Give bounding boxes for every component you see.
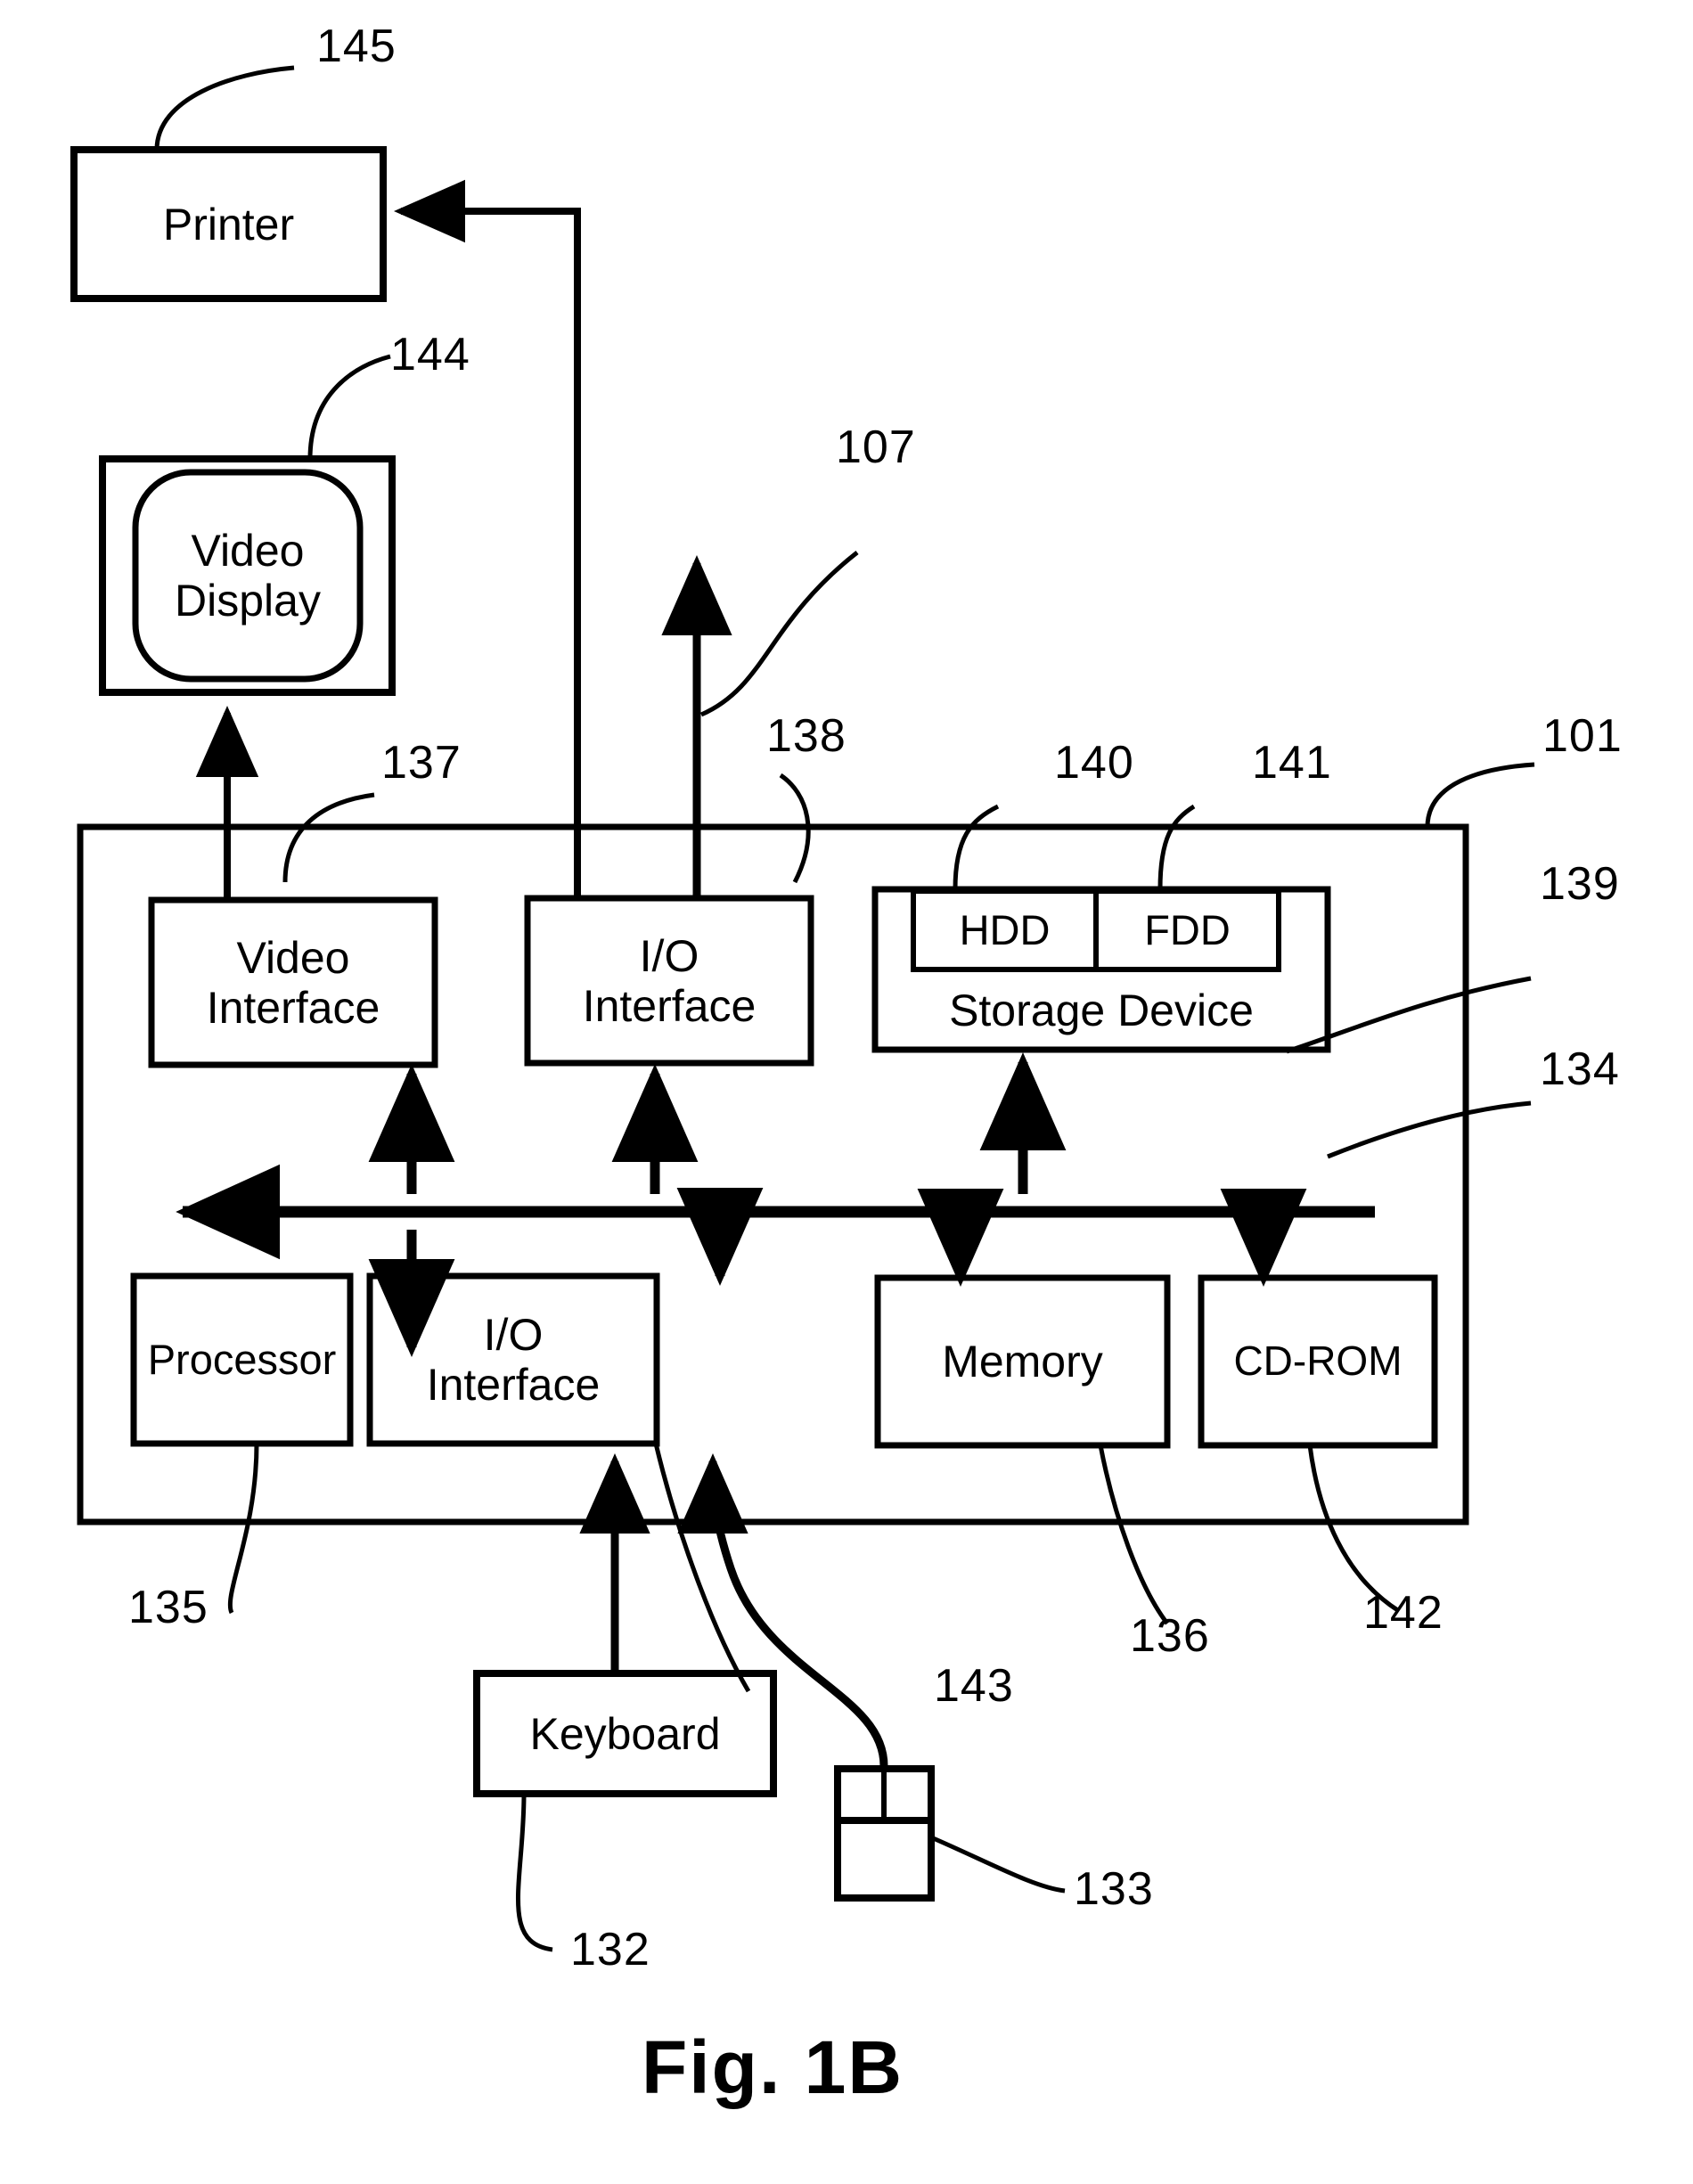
processor-label: Processor (147, 1335, 337, 1383)
ref-numeral-138: 138 (766, 710, 846, 762)
printer-connector (394, 179, 581, 898)
ref-numeral-134: 134 (1540, 1043, 1620, 1095)
hdd-label: HDD (959, 905, 1051, 953)
ref-numeral-140: 140 (1054, 737, 1134, 789)
cdrom-label: CD-ROM (1233, 1337, 1403, 1385)
fdd-label: FDD (1144, 905, 1231, 953)
ref-numeral-142: 142 (1363, 1587, 1444, 1639)
ref-numeral-137: 137 (381, 737, 462, 789)
ref-numeral-132: 132 (570, 1924, 650, 1975)
ref-numeral-144: 144 (390, 329, 470, 380)
leader-137 (282, 792, 375, 883)
ref-numeral-141: 141 (1252, 737, 1332, 789)
storage-device-label: Storage Device (949, 986, 1254, 1035)
leader-140 (953, 804, 1000, 890)
leader-135 (227, 1443, 259, 1615)
keyboard-label: Keyboard (529, 1708, 721, 1759)
figure-caption: Fig. 1B (642, 2025, 904, 2109)
video-display-label: Video Display (175, 526, 321, 626)
ref-numeral-139: 139 (1540, 858, 1620, 910)
leader-101 (1425, 762, 1535, 828)
leader-132 (516, 1793, 553, 1952)
figure-canvas: Printer Video Display Video Interface I/… (0, 0, 1693, 2184)
leader-145 (154, 65, 295, 151)
video-interface-label: Video Interface (206, 932, 380, 1033)
leader-136 (1098, 1444, 1169, 1625)
ref-numeral-101: 101 (1542, 710, 1623, 762)
io-interface-bottom-label: I/O Interface (426, 1310, 601, 1410)
ref-numeral-135: 135 (128, 1582, 209, 1633)
memory-label: Memory (942, 1337, 1103, 1386)
ref-numeral-136: 136 (1130, 1610, 1210, 1662)
ref-numeral-107: 107 (836, 421, 916, 473)
ref-numeral-145: 145 (316, 20, 397, 72)
ref-numeral-133: 133 (1074, 1863, 1154, 1915)
diagram-svg (70, 65, 1535, 1952)
leader-141 (1157, 804, 1196, 890)
io-interface-top-label: I/O Interface (582, 930, 757, 1031)
printer-label: Printer (162, 199, 295, 249)
leader-107 (699, 551, 859, 717)
leader-134 (1327, 1100, 1532, 1159)
leader-144 (307, 354, 391, 460)
leader-133 (930, 1835, 1066, 1894)
ref-numeral-143: 143 (934, 1660, 1014, 1712)
